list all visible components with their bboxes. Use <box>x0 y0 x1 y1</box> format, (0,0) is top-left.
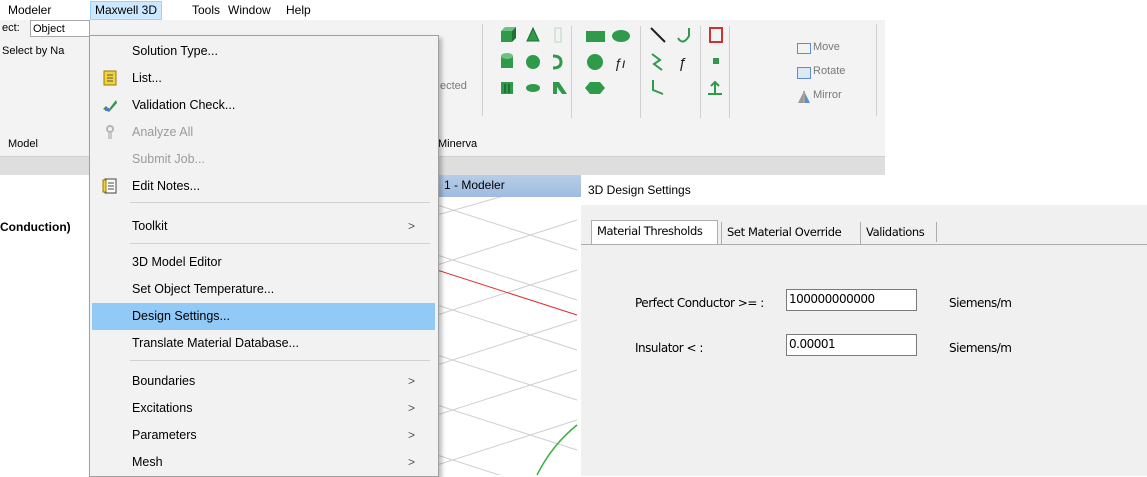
tab-divider <box>936 222 937 242</box>
menu-item-label: Excitations <box>132 401 193 415</box>
equation-line-icon: ƒ <box>678 55 686 72</box>
menu-maxwell-3d[interactable]: Maxwell 3D <box>90 1 163 20</box>
menu-item-label: 3D Model Editor <box>132 255 222 269</box>
insulator-unit: Siemens/m <box>949 341 1012 355</box>
submenu-arrow-icon: > <box>407 455 415 469</box>
equation-curve-icon: ƒı <box>614 55 626 71</box>
circle-icon <box>587 54 603 70</box>
submenu-arrow-icon: > <box>407 374 415 388</box>
tab-material-thresholds[interactable]: Material Thresholds <box>591 220 718 244</box>
menu-item-label: Submit Job... <box>132 152 205 166</box>
mirror-icon <box>798 91 810 103</box>
torus-icon <box>552 54 563 70</box>
cone-icon <box>526 26 540 42</box>
submenu-arrow-icon: > <box>407 401 415 415</box>
menu-item-set-object-temperature[interactable]: Set Object Temperature... <box>92 276 435 303</box>
menu-item-label: Translate Material Database... <box>132 336 299 350</box>
select-by-name-button[interactable]: Select by Na <box>2 45 64 57</box>
menu-item-label: Validation Check... <box>132 98 236 112</box>
menu-item-edit-notes[interactable]: Edit Notes... <box>92 173 435 200</box>
project-tree-title: Conduction) <box>0 220 71 234</box>
menu-item-parameters[interactable]: Parameters > <box>92 422 435 449</box>
menu-item-label: Design Settings... <box>132 309 230 323</box>
spline-icon <box>651 53 663 71</box>
menu-item-label: Solution Type... <box>132 44 218 58</box>
rotate-button[interactable]: Rotate <box>813 65 845 77</box>
menu-modeler[interactable]: Modeler <box>4 2 55 19</box>
perfect-conductor-label: Perfect Conductor >= : <box>635 296 764 310</box>
move-button[interactable]: Move <box>813 41 840 53</box>
menu-item-analyze-all[interactable]: Analyze All <box>92 119 435 146</box>
menu-item-validation-check[interactable]: Validation Check... <box>92 92 435 119</box>
rotate-icon <box>797 67 811 79</box>
maxwell-3d-dropdown: Solution Type... List... Validation Chec… <box>89 35 439 477</box>
menu-item-solution-type[interactable]: Solution Type... <box>92 38 435 65</box>
menu-separator <box>130 243 430 244</box>
menu-bar: Modeler Maxwell 3D Tools Window Help <box>0 0 1147 20</box>
validation-check-icon <box>103 100 117 112</box>
menu-item-list[interactable]: List... <box>92 65 435 92</box>
rectangle-icon <box>586 31 605 42</box>
menu-item-boundaries[interactable]: Boundaries > <box>92 368 435 395</box>
point-icon <box>713 58 719 64</box>
menu-item-mesh[interactable]: Mesh > <box>92 449 435 476</box>
dialog-tab-panel <box>581 244 1147 476</box>
tab-set-material-override[interactable]: Set Material Override <box>721 222 858 244</box>
menu-item-label: Analyze All <box>132 125 194 139</box>
perfect-conductor-input[interactable]: 100000000000 <box>786 289 917 311</box>
helix-icon <box>554 27 562 43</box>
menu-separator <box>130 360 430 361</box>
ellipsoid-icon <box>526 84 540 92</box>
tab-minerva[interactable]: Minerva <box>438 138 477 150</box>
arc-icon <box>677 28 690 43</box>
polygon-icon <box>585 82 605 94</box>
menu-item-excitations[interactable]: Excitations > <box>92 395 435 422</box>
select-mode-field[interactable]: Object <box>30 20 90 37</box>
menu-item-label: List... <box>132 71 162 85</box>
submenu-arrow-icon: > <box>407 428 415 442</box>
coordinate-system-icon <box>708 80 722 95</box>
menu-tools[interactable]: Tools <box>188 2 224 19</box>
move-icon <box>797 43 811 54</box>
tab-model[interactable]: Model <box>8 138 38 150</box>
viewport-title: 1 - Modeler <box>444 178 505 192</box>
selected-label: ected <box>440 80 467 92</box>
menu-help[interactable]: Help <box>282 2 315 19</box>
model-edge <box>536 424 578 475</box>
menu-item-label: Mesh <box>132 455 163 469</box>
menu-item-label: Parameters <box>132 428 197 442</box>
tab-validations[interactable]: Validations <box>860 222 936 244</box>
polyline-icon <box>652 80 664 95</box>
insulator-input[interactable]: 0.00001 <box>786 334 917 356</box>
menu-item-label: Edit Notes... <box>132 179 201 193</box>
menu-item-label: Toolkit <box>132 219 168 233</box>
cylinder-icon <box>501 53 513 68</box>
line-icon <box>650 27 666 43</box>
edit-notes-icon <box>102 178 117 194</box>
menu-window[interactable]: Window <box>224 2 275 19</box>
bondwire-icon <box>553 82 567 94</box>
select-label: ect: <box>2 22 20 34</box>
menu-item-toolkit[interactable]: Toolkit > <box>92 213 435 240</box>
ellipse-icon <box>612 30 630 42</box>
menu-item-label: Set Object Temperature... <box>132 282 275 296</box>
box-icon <box>501 27 516 42</box>
submenu-arrow-icon: > <box>407 219 415 233</box>
mirror-button[interactable]: Mirror <box>813 89 842 101</box>
list-icon <box>103 70 117 86</box>
dialog-title: 3D Design Settings <box>588 183 691 197</box>
menu-item-3d-model-editor[interactable]: 3D Model Editor <box>92 249 435 276</box>
menu-item-design-settings[interactable]: Design Settings... <box>92 303 435 330</box>
sphere-icon <box>526 55 540 69</box>
insulator-label: Insulator < : <box>635 341 703 355</box>
menu-separator <box>130 202 430 203</box>
analyze-all-icon <box>106 125 114 139</box>
perfect-conductor-unit: Siemens/m <box>949 296 1012 310</box>
object-icon <box>709 27 723 43</box>
menu-item-submit-job[interactable]: Submit Job... <box>92 146 435 173</box>
menu-item-label: Boundaries <box>132 374 196 388</box>
menu-item-translate-material-database[interactable]: Translate Material Database... <box>92 330 435 357</box>
polyhedron-icon <box>501 82 513 94</box>
